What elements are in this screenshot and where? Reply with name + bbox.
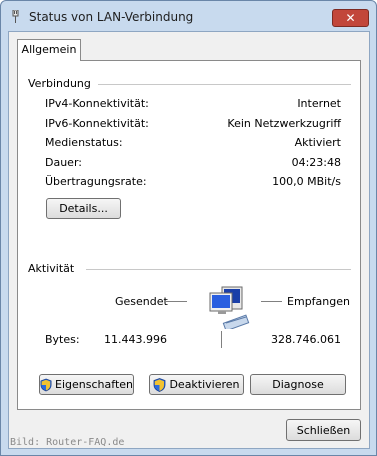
- ipv4-label: IPv4-Konnektivität:: [45, 97, 149, 110]
- tab-allgemein[interactable]: Allgemein: [17, 39, 81, 61]
- client-area: Allgemein Verbindung IPv4-Konnektivität:…: [8, 31, 370, 449]
- group-divider: [86, 269, 351, 270]
- properties-button-label: Eigenschaften: [55, 378, 133, 391]
- received-line: [261, 301, 282, 302]
- network-computers-icon: [209, 286, 250, 329]
- duration-label: Dauer:: [45, 156, 82, 169]
- properties-button[interactable]: Eigenschaften: [39, 374, 134, 395]
- ipv4-value: Internet: [297, 97, 341, 110]
- sent-label: Gesendet: [115, 295, 168, 308]
- group-divider: [98, 84, 351, 85]
- bytes-divider: [221, 331, 222, 348]
- group-label-verbindung: Verbindung: [28, 77, 97, 90]
- close-window-button[interactable]: ✕: [332, 9, 369, 27]
- ipv6-value: Kein Netzwerkzugriff: [227, 117, 341, 130]
- close-dialog-button[interactable]: Schließen: [286, 419, 361, 441]
- tab-panel: Verbindung IPv4-Konnektivität: Internet …: [17, 60, 361, 410]
- received-label: Empfangen: [287, 295, 350, 308]
- diagnose-button[interactable]: Diagnose: [250, 374, 346, 395]
- media-status-value: Aktiviert: [294, 136, 341, 149]
- deactivate-button-label: Deaktivieren: [169, 378, 240, 391]
- transfer-rate-value: 100,0 MBit/s: [272, 175, 341, 188]
- bytes-label: Bytes:: [45, 333, 80, 346]
- group-label-aktivitaet: Aktivität: [28, 262, 81, 275]
- bytes-received-value: 328.746.061: [271, 333, 341, 346]
- details-button[interactable]: Details...: [46, 198, 121, 219]
- duration-value: 04:23:48: [291, 156, 341, 169]
- bytes-sent-value: 11.443.996: [104, 333, 167, 346]
- uac-shield-icon: [40, 378, 52, 391]
- uac-shield-icon: [154, 377, 166, 392]
- watermark-text: Bild: Router-FAQ.de: [10, 437, 125, 448]
- title-bar: Status von LAN-Verbindung ✕: [1, 1, 376, 31]
- window-title: Status von LAN-Verbindung: [29, 10, 194, 24]
- deactivate-button[interactable]: Deaktivieren: [149, 374, 244, 395]
- network-plug-icon: [12, 10, 19, 23]
- ipv6-label: IPv6-Konnektivität:: [45, 117, 149, 130]
- transfer-rate-label: Übertragungsrate:: [45, 175, 147, 188]
- dialog-window: Status von LAN-Verbindung ✕ Allgemein Ve…: [0, 0, 377, 456]
- media-status-label: Medienstatus:: [45, 136, 123, 149]
- sent-line: [166, 301, 187, 302]
